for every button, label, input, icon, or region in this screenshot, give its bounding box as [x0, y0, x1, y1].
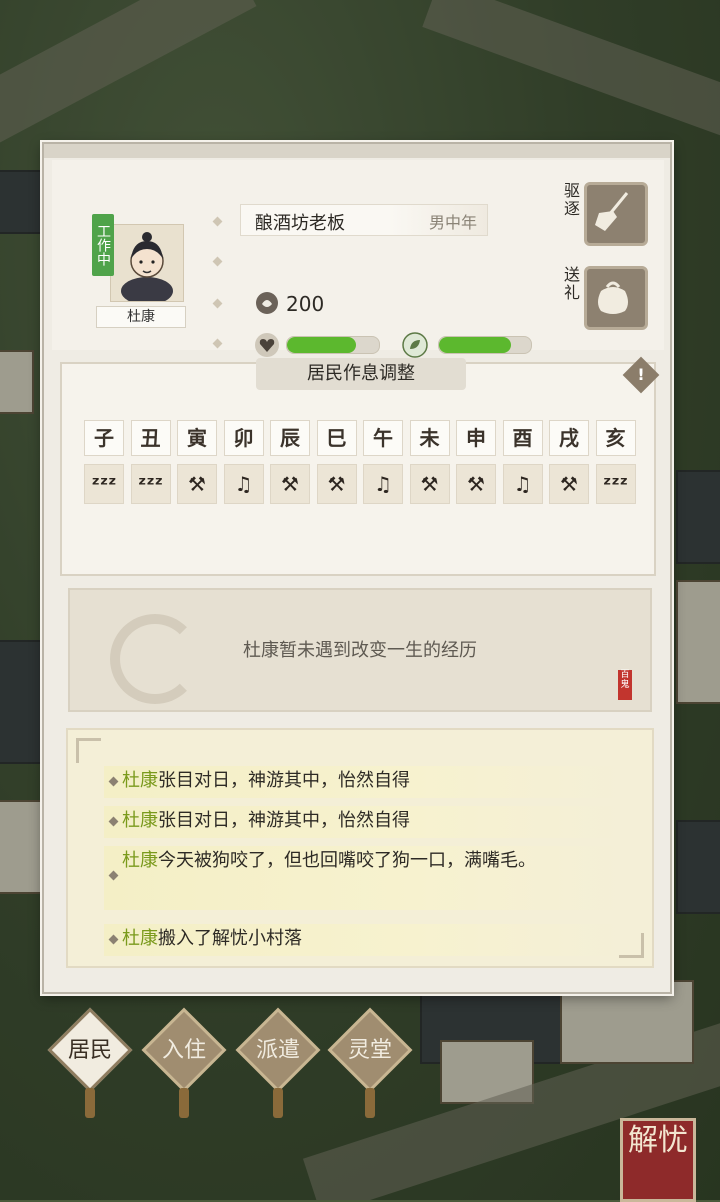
bullet-diamond — [212, 298, 223, 309]
bullet-diamond — [108, 934, 119, 945]
nav-residents-label: 居民 — [67, 1038, 112, 1063]
log-entry-name: 杜康 — [122, 810, 158, 831]
hour-cell-8: 申 — [456, 420, 496, 456]
sleep-icon[interactable]: ᶻᶻᶻ — [84, 464, 124, 504]
hammer-icon[interactable]: ⚒ — [177, 464, 217, 504]
hour-cell-0: 子 — [84, 420, 124, 456]
gift-bag-icon — [598, 281, 628, 314]
bullet-diamond — [212, 216, 223, 227]
mood-bar — [438, 336, 532, 354]
log-entry-text: 杜康张目对日，神游其中，怡然自得 — [122, 769, 410, 793]
corner-ornament — [619, 933, 644, 958]
hammer-icon[interactable]: ⚒ — [270, 464, 310, 504]
gift-label: 送礼 — [564, 265, 581, 302]
hammer-icon[interactable]: ⚒ — [549, 464, 589, 504]
log-entry-body: 搬入了解忧小村落 — [158, 928, 302, 949]
event-log: 杜康张目对日，神游其中，怡然自得 杜康张目对日，神游其中，怡然自得 杜康今天被狗咬了… — [66, 728, 654, 968]
hour-cell-2: 寅 — [177, 420, 217, 456]
log-entry: 杜康今天被狗咬了，但也回嘴咬了狗一口，满嘴毛。 — [104, 846, 622, 910]
life-experience-banner: 杜康暂未遇到改变一生的经历 百鬼 — [68, 588, 652, 712]
entertainment-icon[interactable]: ♫ — [363, 464, 403, 504]
warning-icon[interactable]: ! — [622, 356, 660, 394]
log-entry-body: 张目对日，神游其中，怡然自得 — [158, 810, 410, 831]
panel-top-bar — [44, 144, 670, 158]
hour-cell-9: 酉 — [502, 420, 543, 456]
gender-age: 男中年 — [428, 213, 477, 232]
corner-ornament — [76, 738, 101, 763]
mood-leaf-icon — [402, 332, 428, 358]
bullet-diamond — [212, 338, 223, 349]
schedule-title: 居民作息调整 — [256, 358, 466, 390]
nav-residents[interactable]: 居民 — [47, 1007, 133, 1118]
working-status-tag: 工作中 — [92, 214, 114, 276]
expel-button[interactable] — [584, 182, 648, 246]
health-heart-icon — [255, 333, 279, 357]
hour-cell-5: 巳 — [316, 420, 357, 456]
job-info-box: 酿酒坊老板 男中年 — [240, 204, 488, 236]
wealth-icon — [256, 292, 278, 314]
nav-dispatch[interactable]: 派遣 — [235, 1007, 321, 1118]
health-bar — [286, 336, 380, 354]
nav-memorial-label: 灵堂 — [347, 1038, 392, 1063]
log-entry-text: 杜康张目对日，神游其中，怡然自得 — [122, 809, 410, 833]
expel-label: 驱逐 — [564, 181, 581, 218]
hour-cell-4: 辰 — [270, 420, 310, 456]
nav-dispatch-label: 派遣 — [255, 1038, 300, 1063]
hammer-icon[interactable]: ⚒ — [409, 464, 450, 504]
gift-button[interactable] — [584, 266, 648, 330]
log-entry: 杜康张目对日，神游其中，怡然自得 — [104, 766, 622, 798]
hour-cell-6: 午 — [363, 420, 403, 456]
sleep-icon[interactable]: ᶻᶻᶻ — [130, 464, 171, 504]
hammer-icon[interactable]: ⚒ — [316, 464, 357, 504]
health-bar-fill — [287, 337, 356, 353]
hammer-icon[interactable]: ⚒ — [456, 464, 496, 504]
hour-cell-7: 未 — [409, 420, 450, 456]
wealth-value: 200 — [286, 292, 325, 316]
bullet-diamond — [108, 816, 119, 827]
log-entry-body: 今天被狗咬了，但也回嘴咬了狗一口，满嘴毛。 — [158, 850, 536, 871]
bullet-diamond — [212, 256, 223, 267]
resident-header: 工作中 杜康 酿酒坊老板 男中年 200 驱逐 送礼 — [52, 160, 664, 358]
log-entry-text: 杜康搬入了解忧小村落 — [122, 927, 302, 951]
jieyou-corner-seal[interactable]: 解忧 — [620, 1118, 696, 1202]
resident-avatar[interactable] — [110, 224, 184, 302]
log-entry-name: 杜康 — [122, 928, 158, 949]
log-entry: 杜康张目对日，神游其中，怡然自得 — [104, 806, 622, 838]
log-entry: 杜康搬入了解忧小村落 — [104, 924, 622, 956]
schedule-section: 居民作息调整 ! 子 ᶻᶻᶻ 丑 ᶻᶻᶻ 寅 ⚒ 卯 ♫ 辰 ⚒ 巳 ⚒ 午 ♫ 未 ⚒ 申 ⚒ 酉 ♫ 戌 ⚒ 亥 ᶻᶻᶻ — [60, 356, 660, 576]
nav-move-in-label: 入住 — [161, 1038, 206, 1063]
experience-text: 杜康暂未遇到改变一生的经历 — [243, 640, 477, 661]
job-title: 酿酒坊老板 — [255, 213, 345, 234]
mood-bar-fill — [439, 337, 511, 353]
hour-cell-3: 卯 — [223, 420, 264, 456]
resident-detail-panel: 工作中 杜康 酿酒坊老板 男中年 200 驱逐 送礼 居民作息调整 ! 子 ᶻᶻ… — [42, 142, 672, 994]
entertainment-icon[interactable]: ♫ — [223, 464, 264, 504]
log-entry-text: 杜康今天被狗咬了，但也回嘴咬了狗一口，满嘴毛。 — [122, 849, 592, 873]
bullet-diamond — [108, 776, 119, 787]
nav-memorial[interactable]: 灵堂 — [327, 1007, 413, 1118]
log-entry-name: 杜康 — [122, 850, 158, 871]
hour-cell-11: 亥 — [595, 420, 636, 456]
sleep-icon[interactable]: ᶻᶻᶻ — [595, 464, 636, 504]
log-entry-body: 张目对日，神游其中，怡然自得 — [158, 770, 410, 791]
hour-cell-1: 丑 — [130, 420, 171, 456]
bullet-diamond — [108, 870, 119, 881]
nav-move-in[interactable]: 入住 — [141, 1007, 227, 1118]
portrait-icon — [121, 232, 173, 301]
broom-icon — [595, 192, 629, 231]
entertainment-icon[interactable]: ♫ — [502, 464, 543, 504]
red-seal: 百鬼 — [618, 670, 632, 700]
resident-name: 杜康 — [96, 306, 186, 328]
hour-cell-10: 戌 — [549, 420, 589, 456]
log-entry-name: 杜康 — [122, 770, 158, 791]
